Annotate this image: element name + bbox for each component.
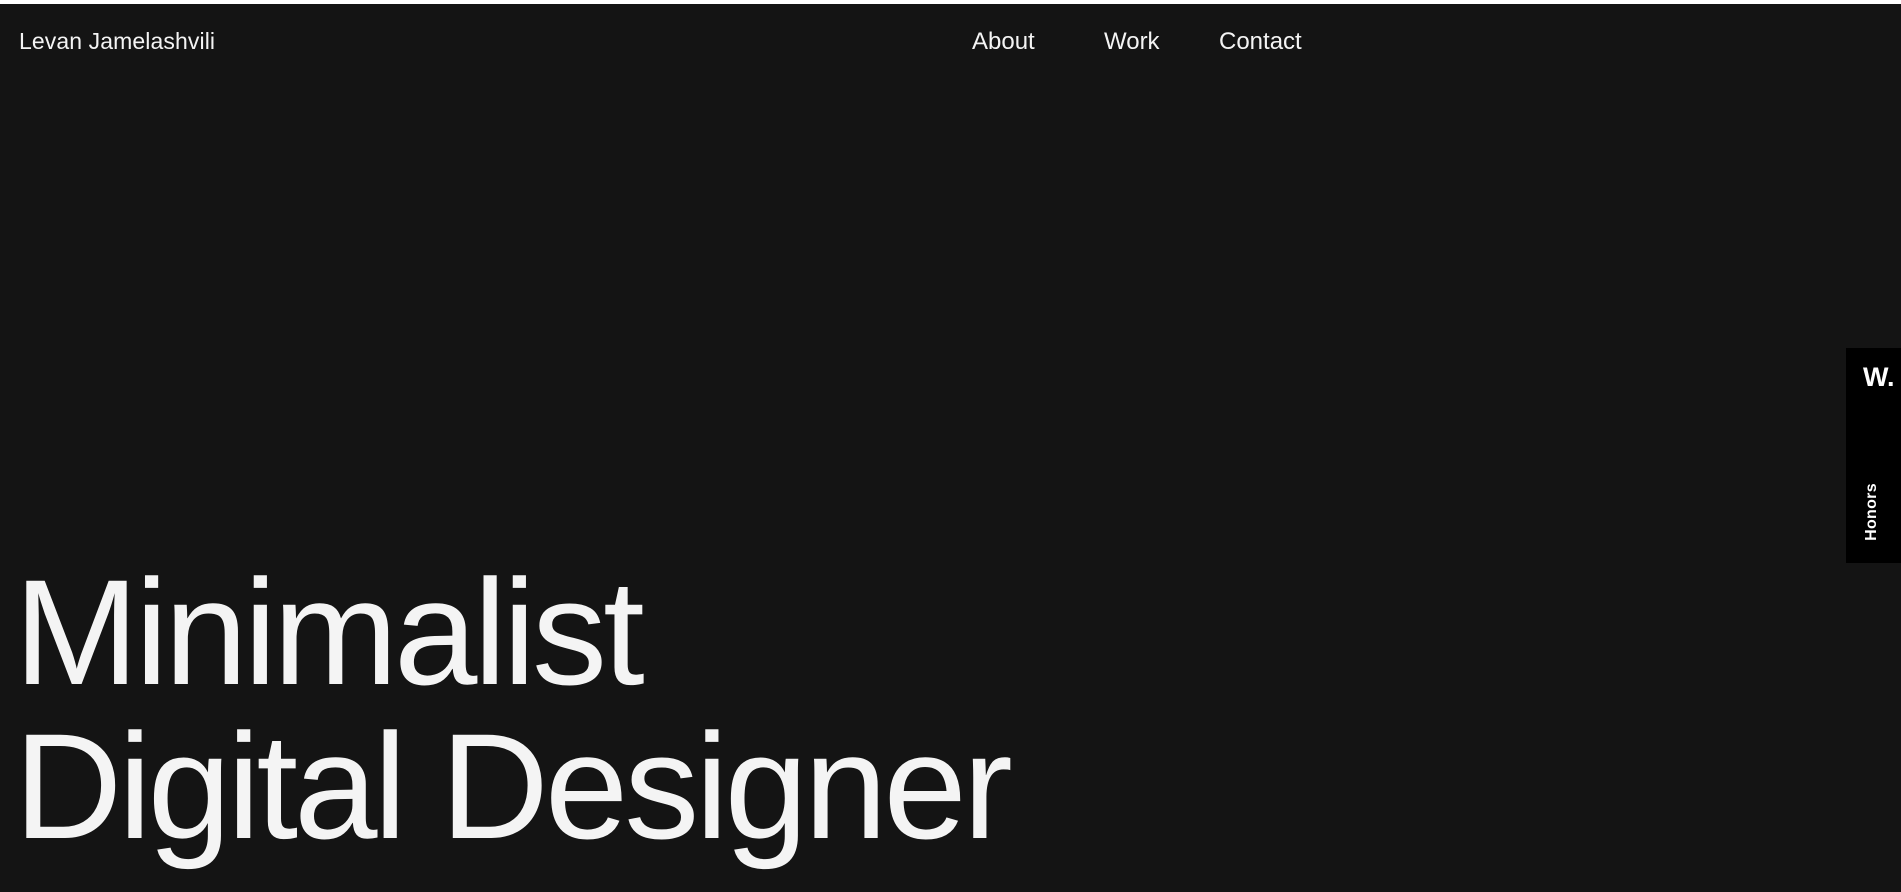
hero-headline: Minimalist Digital Designer [14, 548, 1013, 870]
nav-contact-link[interactable]: Contact [1219, 28, 1302, 56]
nav-work-link[interactable]: Work [1104, 28, 1160, 56]
hero-line-2: Digital Designer [14, 702, 1013, 870]
main-nav: About Work Contact [0, 28, 1901, 62]
nav-about-link[interactable]: About [972, 28, 1035, 56]
hero-line-1: Minimalist [14, 548, 645, 716]
awwwards-logo-icon: W. [1863, 362, 1895, 392]
honors-label: Honors [1863, 483, 1880, 541]
honors-side-badge[interactable]: W. Honors [1846, 348, 1901, 563]
page-root: Levan Jamelashvili About Work Contact Mi… [0, 4, 1901, 892]
